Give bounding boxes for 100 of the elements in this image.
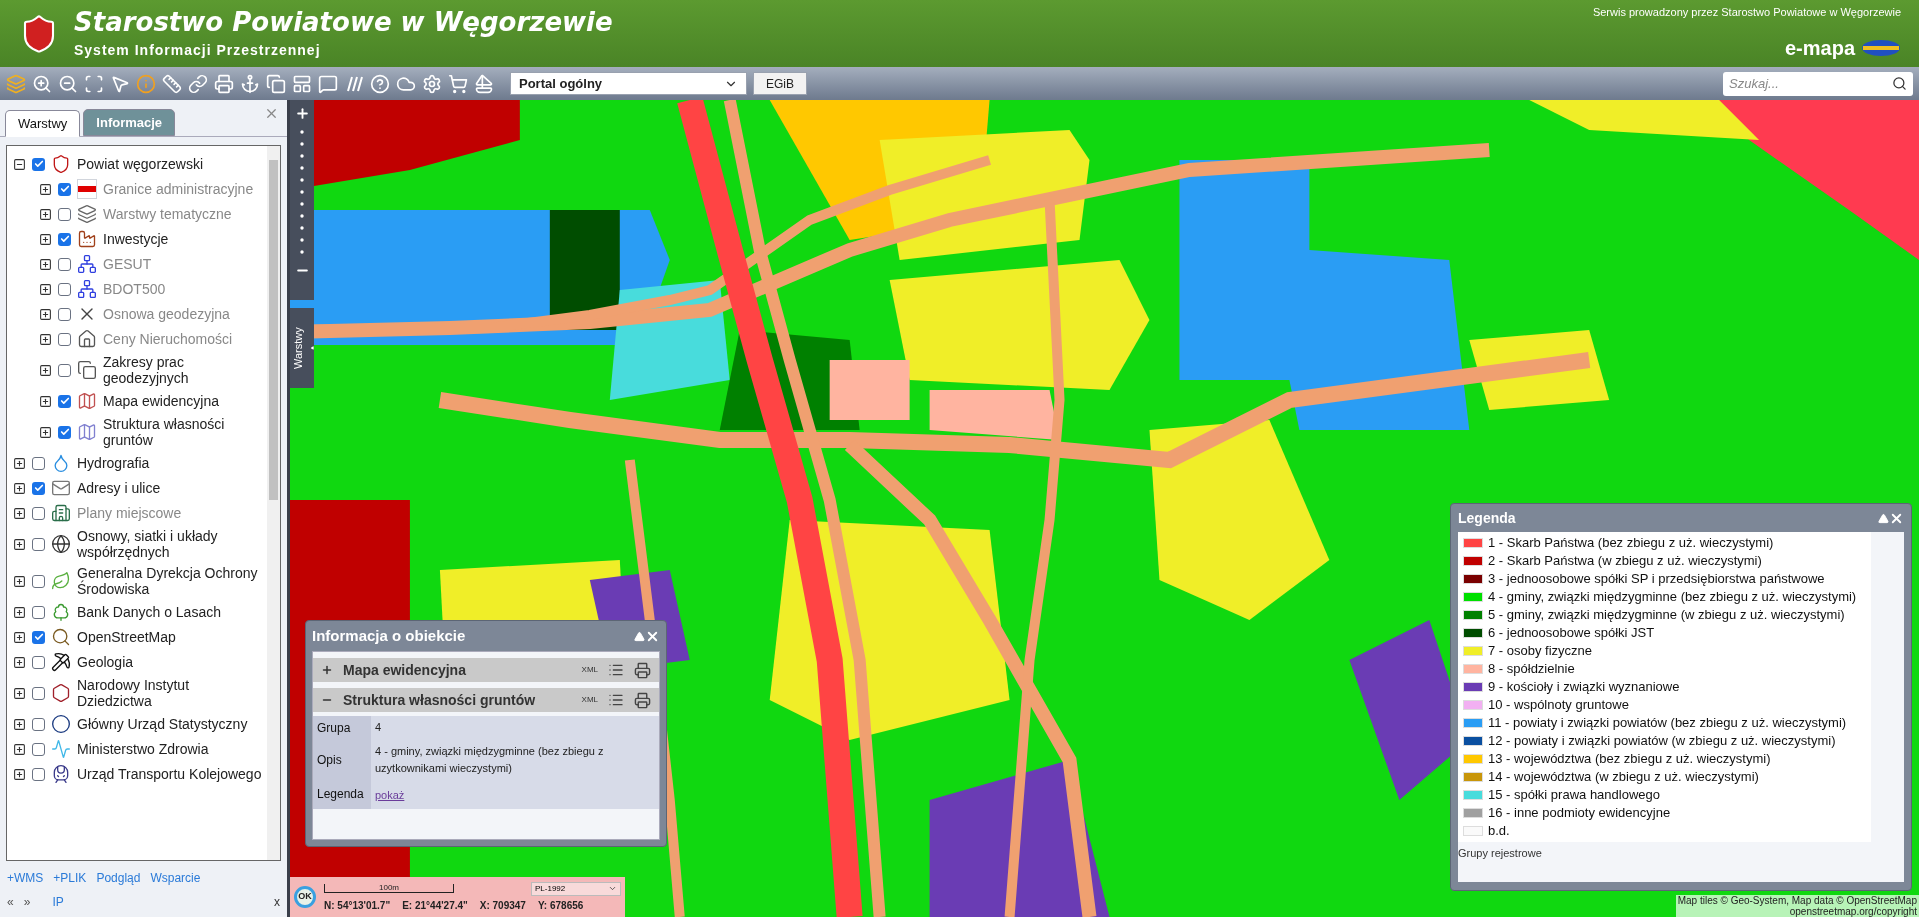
close-icon[interactable] bbox=[264, 106, 279, 121]
layer-checkbox[interactable] bbox=[32, 157, 45, 171]
layer-label[interactable]: Osnowy, siatki i układy współrzędnych bbox=[77, 528, 267, 560]
layer-checkbox[interactable] bbox=[32, 686, 45, 700]
layer-label[interactable]: Urząd Transportu Kolejowego bbox=[77, 766, 262, 782]
layer-label[interactable]: Zakresy prac geodezyjnych bbox=[103, 354, 267, 386]
layer-checkbox[interactable] bbox=[32, 537, 45, 551]
layer-checkbox[interactable] bbox=[32, 742, 45, 756]
copy-icon[interactable] bbox=[266, 73, 286, 94]
legend-link[interactable]: pokaż bbox=[375, 789, 405, 801]
expand-icon[interactable] bbox=[39, 363, 52, 377]
ok-button[interactable]: OK bbox=[294, 886, 316, 908]
layer-checkbox[interactable] bbox=[58, 425, 71, 439]
layer-checkbox[interactable] bbox=[32, 630, 45, 644]
xml-link[interactable]: XML bbox=[581, 694, 598, 706]
layer-label[interactable]: Bank Danych o Lasach bbox=[77, 604, 221, 620]
speech-bubble-icon[interactable] bbox=[318, 73, 338, 94]
zoom-out-icon[interactable] bbox=[58, 73, 78, 94]
layer-label[interactable]: Główny Urząd Statystyczny bbox=[77, 716, 248, 732]
layer-checkbox[interactable] bbox=[32, 506, 45, 520]
layer-checkbox[interactable] bbox=[58, 257, 71, 271]
expand-icon[interactable] bbox=[13, 630, 26, 644]
layer-label[interactable]: Plany miejscowe bbox=[77, 505, 182, 521]
layer-checkbox[interactable] bbox=[32, 481, 45, 495]
list-icon[interactable] bbox=[608, 692, 624, 708]
expand-icon[interactable] bbox=[13, 717, 26, 731]
layer-label[interactable]: OpenStreetMap bbox=[77, 629, 176, 645]
layer-label[interactable]: GESUT bbox=[103, 256, 152, 272]
expand-icon[interactable] bbox=[321, 664, 333, 676]
ip-link[interactable]: IP bbox=[52, 893, 64, 911]
cart-icon[interactable] bbox=[448, 73, 468, 94]
print-icon[interactable] bbox=[214, 73, 234, 94]
expand-icon[interactable] bbox=[13, 481, 26, 495]
layer-checkbox[interactable] bbox=[58, 307, 71, 321]
expand-icon[interactable] bbox=[13, 574, 26, 588]
zoom-in-icon[interactable] bbox=[32, 73, 52, 94]
expand-icon[interactable] bbox=[39, 425, 52, 439]
layer-label[interactable]: Mapa ewidencyjna bbox=[103, 393, 219, 409]
expand-icon[interactable] bbox=[13, 506, 26, 520]
expand-icon[interactable] bbox=[13, 537, 26, 551]
layer-label[interactable]: Struktura własności gruntów bbox=[103, 416, 267, 448]
scrollbar[interactable] bbox=[267, 146, 280, 860]
section-header[interactable]: Mapa ewidencyjna XML bbox=[313, 658, 659, 682]
layer-checkbox[interactable] bbox=[32, 605, 45, 619]
expand-icon[interactable] bbox=[39, 307, 52, 321]
layer-checkbox[interactable] bbox=[32, 574, 45, 588]
layer-checkbox[interactable] bbox=[58, 182, 71, 196]
panel-link[interactable]: Wsparcie bbox=[150, 869, 201, 887]
layer-checkbox[interactable] bbox=[58, 207, 71, 221]
expand-icon[interactable] bbox=[13, 767, 26, 781]
expand-icon[interactable] bbox=[13, 655, 26, 669]
print-icon[interactable] bbox=[634, 691, 651, 709]
layer-label[interactable]: Ministerstwo Zdrowia bbox=[77, 741, 209, 757]
zoom-in-icon[interactable] bbox=[294, 106, 310, 121]
panel-link[interactable]: +WMS bbox=[7, 869, 44, 887]
layer-label[interactable]: BDOT500 bbox=[103, 281, 166, 297]
panel-link[interactable]: Podgląd bbox=[96, 869, 141, 887]
search-icon[interactable] bbox=[1892, 76, 1907, 92]
layer-checkbox[interactable] bbox=[58, 363, 71, 377]
expand-icon[interactable] bbox=[39, 257, 52, 271]
zoom-ticks-icon[interactable] bbox=[300, 127, 304, 257]
layer-checkbox[interactable] bbox=[58, 232, 71, 246]
layer-label[interactable]: Warstwy tematyczne bbox=[103, 206, 232, 222]
layer-label[interactable]: Inwestycje bbox=[103, 231, 169, 247]
layer-label[interactable]: Hydrografia bbox=[77, 455, 150, 471]
layer-label[interactable]: Geologia bbox=[77, 654, 134, 670]
layer-checkbox[interactable] bbox=[58, 394, 71, 408]
layer-label[interactable]: Osnowa geodezyjna bbox=[103, 306, 230, 322]
layer-label[interactable]: Narodowy Instytut Dziedzictwa bbox=[77, 677, 267, 709]
expand-icon[interactable] bbox=[13, 456, 26, 470]
expand-icon[interactable] bbox=[39, 394, 52, 408]
egib-button[interactable]: EGiB bbox=[753, 72, 807, 95]
expand-icon[interactable] bbox=[39, 282, 52, 296]
layer-label[interactable]: Ceny Nieruchomości bbox=[103, 331, 233, 347]
layer-checkbox[interactable] bbox=[32, 767, 45, 781]
close-link[interactable]: x bbox=[274, 893, 280, 911]
help-icon[interactable] bbox=[370, 73, 390, 94]
brand-logo-text[interactable]: e-mapa bbox=[1784, 32, 1855, 63]
panel-link[interactable]: +PLIK bbox=[53, 869, 87, 887]
panels-icon[interactable] bbox=[292, 73, 312, 94]
settings-icon[interactable] bbox=[422, 73, 442, 94]
expand-icon[interactable] bbox=[13, 742, 26, 756]
expand-icon[interactable] bbox=[39, 207, 52, 221]
expand-icon[interactable] bbox=[13, 605, 26, 619]
layer-label[interactable]: Adresy i ulice bbox=[77, 480, 161, 496]
layer-label[interactable]: Powiat węgorzewski bbox=[77, 156, 204, 172]
panel-tab[interactable]: Warstwy bbox=[5, 110, 81, 137]
frame-icon[interactable] bbox=[84, 73, 104, 94]
expand-icon[interactable] bbox=[13, 686, 26, 700]
print-icon[interactable] bbox=[634, 661, 651, 679]
portal-select[interactable]: Portal ogólny bbox=[510, 72, 747, 95]
link-icon[interactable] bbox=[188, 73, 208, 94]
section-header[interactable]: Struktura własności gruntów XML bbox=[313, 688, 659, 712]
layer-label[interactable]: Generalna Dyrekcja Ochrony Środowiska bbox=[77, 565, 267, 597]
search-field[interactable]: Szukaj... bbox=[1723, 71, 1913, 96]
layer-checkbox[interactable] bbox=[58, 282, 71, 296]
xml-link[interactable]: XML bbox=[581, 664, 598, 676]
expand-icon[interactable] bbox=[39, 332, 52, 346]
layer-checkbox[interactable] bbox=[32, 456, 45, 470]
anchor-icon[interactable] bbox=[240, 73, 260, 94]
